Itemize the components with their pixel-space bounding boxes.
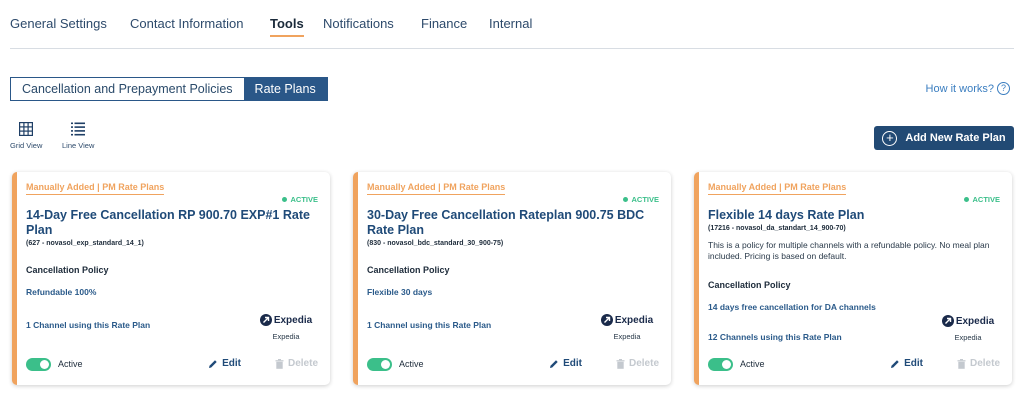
active-toggle-label: Active (58, 359, 83, 369)
policy-heading: Cancellation Policy (367, 265, 450, 275)
rate-plan-card: Manually Added | PM Rate Plans ACTIVE 30… (353, 172, 671, 385)
status-badge: ACTIVE (282, 195, 318, 204)
status-label: ACTIVE (290, 195, 318, 204)
top-tab-bar: General Settings Contact Information Too… (0, 0, 1024, 48)
status-label: ACTIVE (631, 195, 659, 204)
tab-finance[interactable]: Finance (421, 16, 467, 31)
edit-label: Edit (904, 358, 923, 369)
card-footer: Active Edit Delete (708, 357, 1000, 373)
expedia-mark-icon (259, 314, 272, 326)
expedia-logo-text: Expedia (614, 314, 654, 326)
delete-button[interactable]: Delete (957, 358, 1000, 369)
line-view-toggle[interactable]: Line View (62, 122, 94, 150)
brand-caption: Expedia (954, 333, 982, 342)
edit-button[interactable]: Edit (549, 358, 582, 369)
rate-plan-code: (627 - novasol_exp_standard_14_1) (26, 240, 144, 247)
card-footer: Active Edit Delete (367, 357, 659, 373)
status-dot-icon (282, 197, 288, 202)
grid-view-label: Grid View (10, 141, 43, 150)
channel-brand: Expedia Expedia (597, 314, 657, 341)
status-dot-icon (964, 197, 970, 202)
expedia-mark-icon (600, 314, 613, 326)
card-source-label: Manually Added | PM Rate Plans (367, 182, 506, 195)
tab-internal[interactable]: Internal (489, 16, 532, 31)
expedia-mark-icon (941, 315, 954, 327)
card-source-label: Manually Added | PM Rate Plans (708, 182, 847, 195)
tab-notifications[interactable]: Notifications (323, 16, 394, 31)
add-new-rate-plan-button[interactable]: + Add New Rate Plan (874, 126, 1014, 150)
rate-plan-card: Manually Added | PM Rate Plans ACTIVE Fl… (694, 172, 1012, 385)
how-it-works-label: How it works? (925, 82, 994, 95)
policy-heading: Cancellation Policy (708, 280, 791, 290)
edit-button[interactable]: Edit (890, 358, 923, 369)
active-toggle[interactable] (708, 358, 733, 371)
edit-button[interactable]: Edit (208, 358, 241, 369)
delete-button[interactable]: Delete (275, 358, 318, 369)
how-it-works-link[interactable]: How it works? ? (926, 82, 1010, 95)
active-toggle[interactable] (367, 358, 392, 371)
rate-plan-title[interactable]: 30-Day Free Cancellation Rateplan 900.75… (367, 208, 652, 238)
channel-count-link[interactable]: 1 Channel using this Rate Plan (26, 320, 150, 330)
policy-heading: Cancellation Policy (26, 265, 109, 275)
active-toggle-label: Active (740, 359, 765, 369)
tab-general-settings[interactable]: General Settings (10, 16, 107, 31)
active-toggle-label: Active (399, 359, 424, 369)
pencil-icon (891, 359, 899, 368)
question-circle-icon: ? (997, 82, 1010, 95)
status-badge: ACTIVE (964, 195, 1000, 204)
channel-brand: Expedia Expedia (938, 315, 998, 342)
subtab-cancellation-policies[interactable]: Cancellation and Prepayment Policies (11, 78, 244, 100)
status-badge: ACTIVE (623, 195, 659, 204)
tab-contact-information[interactable]: Contact Information (130, 16, 243, 31)
rate-plan-code: (17216 - novasol_da_standart_14_900-70) (708, 225, 846, 232)
trash-icon (616, 358, 625, 369)
delete-label: Delete (628, 358, 659, 369)
grid-icon (19, 122, 34, 136)
tab-tools[interactable]: Tools (270, 16, 304, 37)
policy-value[interactable]: Flexible 30 days (367, 287, 432, 297)
delete-button[interactable]: Delete (616, 358, 659, 369)
add-new-rate-plan-label: Add New Rate Plan (905, 132, 1006, 144)
rate-plan-code: (830 - novasol_bdc_standard_30_900-75) (367, 240, 504, 247)
tab-divider (10, 48, 1014, 49)
channel-count-link[interactable]: 1 Channel using this Rate Plan (367, 320, 491, 330)
policy-value[interactable]: 14 days free cancellation for DA channel… (708, 302, 876, 312)
active-toggle[interactable] (26, 358, 51, 371)
expedia-logo: Expedia (941, 315, 995, 327)
brand-caption: Expedia (613, 332, 641, 341)
card-source-label: Manually Added | PM Rate Plans (26, 182, 165, 195)
rate-plan-card: Manually Added | PM Rate Plans ACTIVE 14… (12, 172, 330, 385)
edit-label: Edit (222, 358, 241, 369)
channel-brand: Expedia Expedia (256, 314, 316, 341)
edit-label: Edit (563, 358, 582, 369)
expedia-logo-text: Expedia (273, 314, 313, 326)
pencil-icon (209, 359, 217, 368)
rate-plan-title[interactable]: Flexible 14 days Rate Plan (708, 208, 993, 223)
rate-plan-title[interactable]: 14-Day Free Cancellation RP 900.70 EXP#1… (26, 208, 311, 238)
grid-view-toggle[interactable]: Grid View (10, 122, 42, 150)
expedia-logo: Expedia (259, 314, 313, 326)
line-view-label: Line View (62, 141, 95, 150)
trash-icon (275, 358, 284, 369)
policy-value[interactable]: Refundable 100% (26, 287, 96, 297)
channel-count-link[interactable]: 12 Channels using this Rate Plan (708, 332, 842, 342)
delete-label: Delete (969, 358, 1000, 369)
brand-caption: Expedia (272, 332, 300, 341)
card-footer: Active Edit Delete (26, 357, 318, 373)
plus-circle-icon: + (882, 130, 898, 146)
status-dot-icon (623, 197, 629, 202)
rate-plan-description: This is a policy for multiple channels w… (708, 240, 990, 261)
trash-icon (957, 358, 966, 369)
subtab-rate-plans[interactable]: Rate Plans (243, 78, 327, 100)
subtab-switcher: Cancellation and Prepayment Policies Rat… (10, 77, 328, 101)
list-icon (71, 122, 86, 136)
pencil-icon (550, 359, 558, 368)
expedia-logo-text: Expedia (955, 315, 995, 327)
status-label: ACTIVE (972, 195, 1000, 204)
delete-label: Delete (287, 358, 318, 369)
expedia-logo: Expedia (600, 314, 654, 326)
